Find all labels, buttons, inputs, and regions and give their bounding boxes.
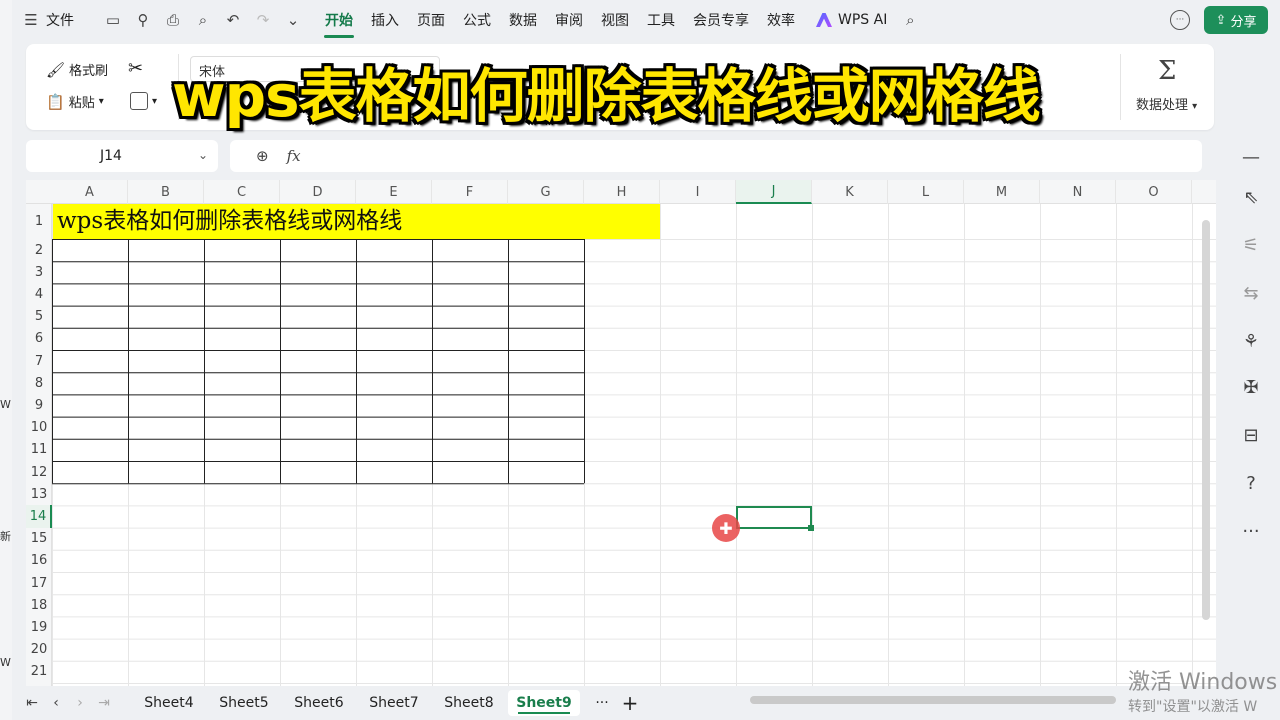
transform-icon[interactable]: ⇆ xyxy=(1240,282,1262,304)
sheet-tab-active[interactable]: Sheet9 xyxy=(508,690,580,716)
tools-icon[interactable]: ✠ xyxy=(1240,376,1262,398)
tab-review[interactable]: 审阅 xyxy=(554,10,584,30)
last-sheet-icon[interactable]: ⇥ xyxy=(92,695,116,711)
desktop-char: W xyxy=(0,398,11,411)
chevron-down-icon: ▾ xyxy=(152,95,158,107)
desktop-char: 新 xyxy=(0,530,11,543)
minimize-icon[interactable]: — xyxy=(1240,146,1262,168)
share-label: 分享 xyxy=(1230,14,1257,30)
vertical-scrollbar[interactable] xyxy=(1202,220,1210,620)
tab-home[interactable]: 开始 xyxy=(324,10,354,38)
next-sheet-icon[interactable]: › xyxy=(68,695,92,711)
tab-tools[interactable]: 工具 xyxy=(646,10,676,30)
undo-icon[interactable]: ↶ xyxy=(222,9,244,31)
right-side-panel: — ⇖ ⚟ ⇆ ⚘ ✠ ⊟ ? ··· xyxy=(1218,130,1280,550)
copy-button[interactable]: ▾ xyxy=(130,92,157,110)
share-icon: ⇪ xyxy=(1215,12,1227,28)
share-button[interactable]: ⇪ 分享 xyxy=(1204,6,1268,34)
paste-icon: 📋 xyxy=(46,92,65,111)
wps-ai-icon xyxy=(816,13,832,27)
copy-icon xyxy=(130,92,148,110)
video-overlay-title: wps表格如何删除表格线或网格线 xyxy=(172,62,1041,130)
activation-watermark: 激活 Windows xyxy=(1128,670,1278,695)
search-icon[interactable]: ⌕ xyxy=(899,9,921,31)
mouse-cursor-marker: ✚ xyxy=(712,514,740,542)
menu-file[interactable]: 文件 xyxy=(46,10,74,30)
format-painter-icon: 🖌 xyxy=(46,60,66,79)
data-processing-label: 数据处理 xyxy=(1136,98,1189,113)
paste-label: 粘贴 xyxy=(68,96,95,111)
sum-icon[interactable]: Σ xyxy=(1158,56,1176,86)
sheet-tab[interactable]: Sheet4 xyxy=(134,690,204,716)
sheet-tab[interactable]: Sheet7 xyxy=(359,690,429,716)
wps-ai-button[interactable]: WPS AI xyxy=(816,12,887,28)
formula-bar[interactable]: ⊕ fx xyxy=(230,140,1202,172)
chevron-down-icon: ▾ xyxy=(1192,101,1198,112)
zoom-search-icon[interactable]: ⊕ xyxy=(256,147,269,165)
sliders-icon[interactable]: ⚟ xyxy=(1240,234,1262,256)
save-icon[interactable]: ▭ xyxy=(102,9,124,31)
chevron-down-icon[interactable]: ⌄ xyxy=(282,9,304,31)
more-icon[interactable]: ··· xyxy=(1240,520,1262,542)
sheet-tab[interactable]: Sheet8 xyxy=(434,690,504,716)
first-sheet-icon[interactable]: ⇤ xyxy=(20,695,44,711)
sheet-tab[interactable]: Sheet5 xyxy=(209,690,279,716)
fx-label[interactable]: fx xyxy=(287,147,301,165)
sheet-tab[interactable]: Sheet6 xyxy=(284,690,354,716)
tab-view[interactable]: 视图 xyxy=(600,10,630,30)
chat-icon[interactable]: ··· xyxy=(1170,10,1190,30)
print-icon[interactable]: ⎙ xyxy=(162,9,184,31)
tab-data[interactable]: 数据 xyxy=(508,10,538,30)
cell-A1-title[interactable]: wps表格如何删除表格线或网格线 xyxy=(53,204,660,239)
active-cell-J14[interactable] xyxy=(736,506,814,531)
format-painter-button[interactable]: 🖌 格式刷 xyxy=(46,60,109,80)
book-icon[interactable]: ⊟ xyxy=(1240,424,1262,446)
tab-member[interactable]: 会员专享 xyxy=(692,10,750,30)
horizontal-scrollbar[interactable] xyxy=(750,696,1116,704)
paste-button[interactable]: 📋 粘贴 ▾ xyxy=(46,92,104,112)
gridlines xyxy=(52,204,1216,686)
name-box[interactable]: J14 ⌄ xyxy=(26,140,218,172)
pointer-icon[interactable]: ⇖ xyxy=(1240,186,1262,208)
data-processing-button[interactable]: 数据处理 ▾ xyxy=(1136,94,1197,113)
desktop-strip: W 新 W xyxy=(0,0,12,720)
format-painter-label: 格式刷 xyxy=(69,64,109,79)
print-preview-icon[interactable]: ⌕ xyxy=(192,9,214,31)
desktop-char: W xyxy=(0,656,11,669)
cut-icon[interactable]: ✂ xyxy=(128,58,143,79)
tab-efficiency[interactable]: 效率 xyxy=(766,10,796,30)
tab-page[interactable]: 页面 xyxy=(416,10,446,30)
share-link-icon[interactable]: ⚲ xyxy=(132,9,154,31)
chevron-down-icon: ▾ xyxy=(98,96,104,107)
name-box-value: J14 xyxy=(100,148,122,164)
menu-bar: ☰ 文件 ▭ ⚲ ⎙ ⌕ ↶ ↷ ⌄ 开始 插入 页面 公式 数据 审阅 视图 … xyxy=(12,0,1280,40)
tab-formula[interactable]: 公式 xyxy=(462,10,492,30)
add-sheet-button[interactable]: + xyxy=(618,690,642,716)
redo-icon[interactable]: ↷ xyxy=(252,9,274,31)
more-sheets-button[interactable]: ··· xyxy=(588,690,616,716)
activation-watermark-sub: 转到"设置"以激活 W xyxy=(1128,699,1258,715)
spreadsheet-grid[interactable]: ◢ ABCDEFGHIJKLMNO 1234567891011121314151… xyxy=(26,180,1216,686)
divider xyxy=(1120,54,1121,120)
help-icon[interactable]: ? xyxy=(1240,472,1262,494)
tab-insert[interactable]: 插入 xyxy=(370,10,400,30)
ai-icon[interactable]: ⚘ xyxy=(1240,330,1262,352)
hamburger-icon[interactable]: ☰ xyxy=(20,9,42,31)
wps-ai-label: WPS AI xyxy=(838,12,888,28)
prev-sheet-icon[interactable]: ‹ xyxy=(44,695,68,711)
chevron-down-icon[interactable]: ⌄ xyxy=(198,148,208,162)
